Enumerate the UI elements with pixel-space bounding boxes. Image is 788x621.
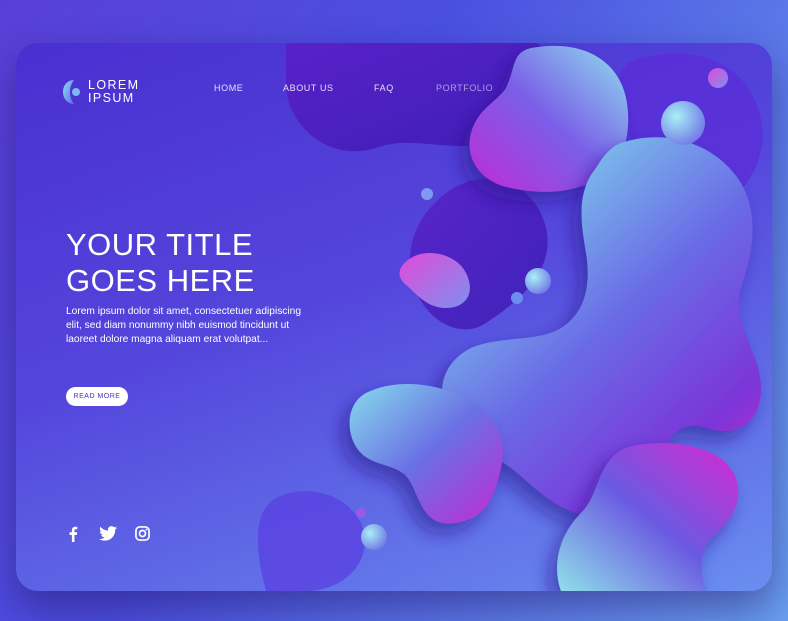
bubble [661, 101, 705, 145]
bubble [421, 188, 433, 200]
bubble [361, 524, 387, 550]
facebook-icon[interactable] [68, 526, 78, 542]
nav-faq[interactable]: FAQ [374, 83, 394, 93]
hero-title-line-1: YOUR TITLE [66, 227, 254, 262]
twitter-icon[interactable] [99, 526, 117, 541]
nav-home[interactable]: HOME [214, 83, 243, 93]
hero-description: Lorem ipsum dolor sit amet, consectetuer… [66, 306, 301, 345]
nav-portfolio[interactable]: PORTFOLIO [436, 83, 493, 93]
hero-title: YOUR TITLE GOES HERE [66, 227, 255, 299]
hero-title-line-2: GOES HERE [66, 263, 255, 298]
background-blob [257, 491, 365, 591]
instagram-icon[interactable] [135, 526, 150, 541]
bubble [525, 268, 551, 294]
landing-card: LOREM IPSUM HOME ABOUT US FAQ PORTFOLIO … [16, 43, 772, 591]
read-more-button[interactable]: READ MORE [66, 387, 128, 406]
nav-about-us[interactable]: ABOUT US [283, 83, 334, 93]
bubble [511, 292, 523, 304]
main-navigation: HOME ABOUT US FAQ PORTFOLIO [16, 83, 772, 99]
bubble [356, 508, 366, 518]
